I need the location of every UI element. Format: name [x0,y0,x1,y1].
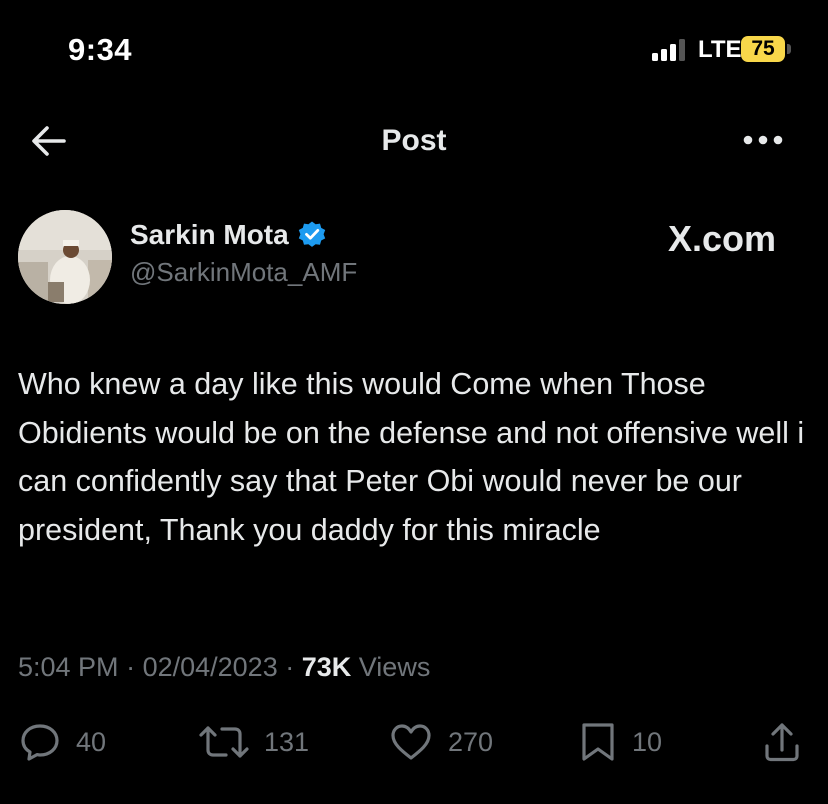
share-button[interactable] [762,715,802,769]
bookmark-button[interactable]: 10 [578,715,662,769]
author-name[interactable]: Sarkin Mota [130,219,289,251]
status-bar: 9:34 LTE 75 [0,0,828,100]
views-label: Views [358,652,431,682]
post-author: Sarkin Mota @SarkinMota_AMF [130,219,357,288]
status-time: 9:34 [68,32,133,67]
reply-icon [21,724,59,761]
x-com-watermark: X.com [668,218,777,259]
author-handle: @SarkinMota_AMF [130,257,358,287]
bookmark-count: 10 [632,726,663,757]
avatar-image [18,210,112,304]
page-title: Post [381,124,447,157]
like-count: 270 [448,726,494,757]
reply-count: 40 [76,726,107,757]
more-horizontal-icon[interactable] [742,128,784,152]
post-text: Who knew a day like this would Come when… [18,367,805,547]
repost-count: 131 [264,726,310,757]
battery-indicator: 75 [741,36,785,62]
verified-badge-icon [298,221,325,247]
reply-button[interactable]: 40 [18,715,106,769]
repost-button[interactable]: 131 [198,715,309,769]
share-icon [765,723,799,762]
meta-separator: · [285,652,302,682]
like-button[interactable]: 270 [388,715,493,769]
battery-tip [787,44,791,54]
meta-separator: · [126,652,143,682]
repost-icon [199,726,249,758]
post-meta: 5:04 PM · 02/04/2023 · 73K Views [18,652,430,683]
top-nav: Post [0,110,828,170]
action-bar: 40 131 270 10 [0,715,828,769]
views-count: 73K [301,652,352,682]
avatar[interactable] [18,210,112,304]
post-date[interactable]: 02/04/2023 [143,652,278,682]
post-time[interactable]: 5:04 PM [18,652,119,682]
heart-icon [391,724,431,760]
network-label: LTE [698,36,742,63]
bookmark-icon [582,723,614,761]
cellular-signal-icon [652,39,685,61]
